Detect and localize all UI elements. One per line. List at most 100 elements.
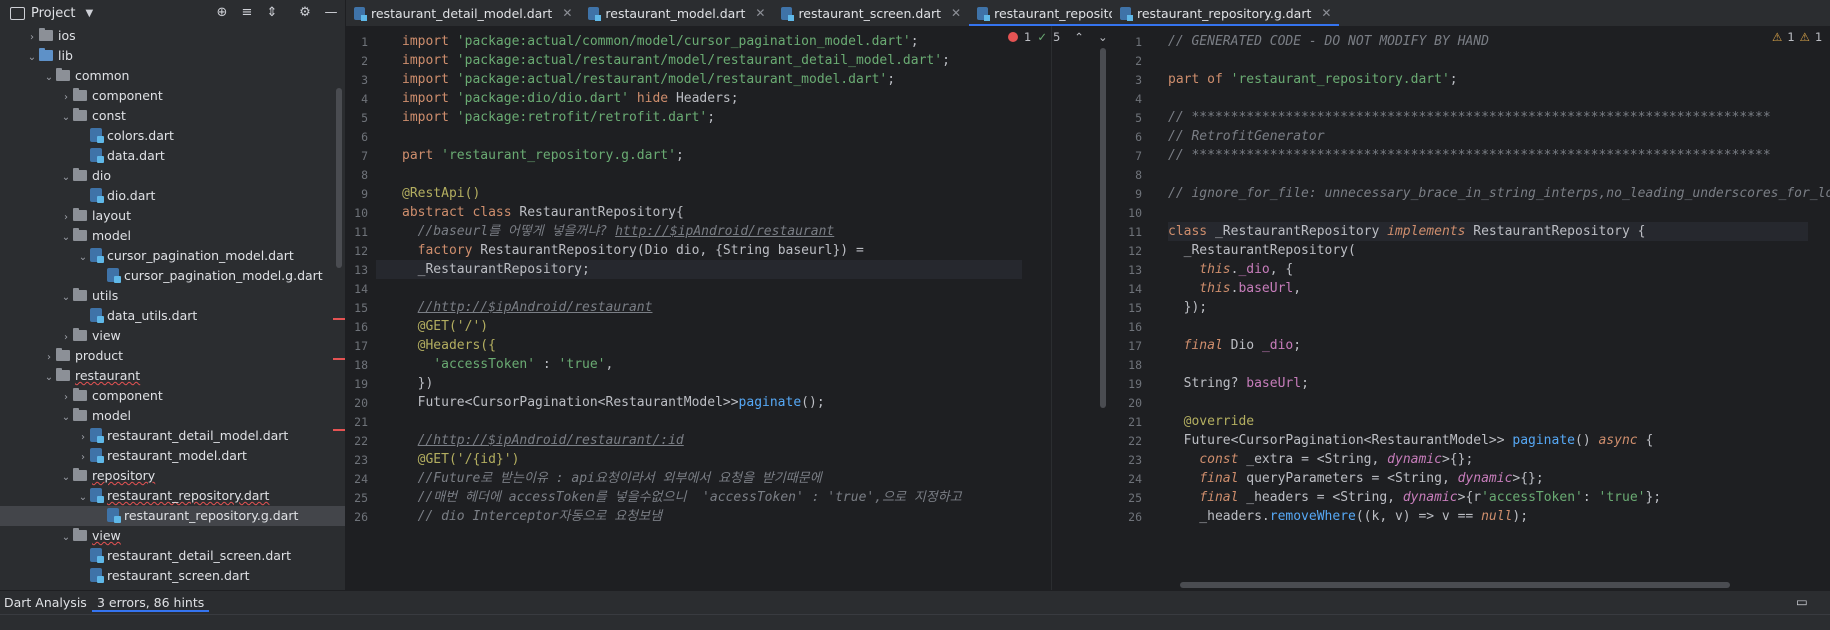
editor-tab[interactable]: restaurant_detail_model.dart ✕ [346, 0, 580, 26]
tree-item[interactable]: restaurant_detail_screen.dart [0, 546, 345, 566]
scrollbar[interactable] [1100, 48, 1106, 408]
gear-icon[interactable]: ⚙ [296, 4, 314, 22]
chevron-down-icon[interactable]: ⌄ [1098, 30, 1108, 44]
code-line[interactable]: const _extra = <String, dynamic>{}; [1168, 450, 1473, 469]
code-line[interactable]: // RetrofitGenerator [1168, 127, 1325, 146]
expand-all-icon[interactable]: ≡ [238, 4, 256, 22]
tree-item[interactable]: › component [0, 86, 345, 106]
tree-item[interactable]: ⌄ restaurant [0, 366, 345, 386]
code-line[interactable]: 'accessToken' : 'true', [402, 355, 613, 374]
tree-item[interactable]: restaurant_repository.g.dart [0, 506, 345, 526]
code-line[interactable]: Future<CursorPagination<RestaurantModel>… [1168, 431, 1654, 450]
chevron-down-icon[interactable]: ▼ [85, 8, 93, 19]
chevron-right-icon[interactable]: › [59, 388, 73, 408]
code-line[interactable]: // *************************************… [1168, 108, 1771, 127]
chevron-right-icon[interactable]: › [76, 448, 90, 468]
chevron-right-icon[interactable]: › [59, 328, 73, 348]
code-line[interactable]: part of 'restaurant_repository.dart'; [1168, 70, 1458, 89]
tree-item[interactable]: data.dart [0, 146, 345, 166]
code-line[interactable]: @override [1168, 412, 1254, 431]
tree-item[interactable]: ⌄ cursor_pagination_model.dart [0, 246, 345, 266]
tree-item[interactable]: › view [0, 326, 345, 346]
tree-item[interactable]: › restaurant_model.dart [0, 446, 345, 466]
close-icon[interactable]: ✕ [755, 6, 765, 20]
chevron-right-icon[interactable]: › [59, 208, 73, 228]
close-icon[interactable]: ✕ [951, 6, 961, 20]
chevron-down-icon[interactable]: ⌄ [59, 528, 73, 548]
code-line[interactable]: this.baseUrl, [1168, 279, 1301, 298]
tree-item[interactable]: › product [0, 346, 345, 366]
tree-item[interactable]: restaurant_screen.dart [0, 566, 345, 586]
code-line[interactable]: _headers.removeWhere((k, v) => v == null… [1168, 507, 1528, 526]
tree-item[interactable]: ⌄ repository [0, 466, 345, 486]
chevron-down-icon[interactable]: ⌄ [59, 468, 73, 488]
code-line[interactable]: this._dio, { [1168, 260, 1293, 279]
tree-item[interactable]: › ios [0, 26, 345, 46]
code-line[interactable]: factory RestaurantRepository(Dio dio, {S… [402, 241, 864, 260]
tree-item[interactable]: dio.dart [0, 186, 345, 206]
chat-icon[interactable]: ▭ [1796, 594, 1808, 609]
tree-item[interactable]: colors.dart [0, 126, 345, 146]
chevron-right-icon[interactable]: › [76, 428, 90, 448]
project-title[interactable]: Project [31, 6, 75, 21]
chevron-down-icon[interactable]: ⌄ [59, 108, 73, 128]
inspection-widget[interactable]: 1 ✓ 5 ⌃ ⌄ [1008, 30, 1108, 44]
code-line[interactable]: final Dio _dio; [1168, 336, 1301, 355]
chevron-right-icon[interactable]: › [59, 88, 73, 108]
editor-tab[interactable]: restaurant_screen.dart ✕ [773, 0, 969, 26]
code-line[interactable]: import 'package:actual/restaurant/model/… [402, 51, 950, 70]
code-line[interactable]: _RestaurantRepository( [1168, 241, 1356, 260]
minimize-icon[interactable]: — [322, 4, 340, 22]
code-line[interactable]: import 'package:retrofit/retrofit.dart'; [402, 108, 715, 127]
code-line[interactable]: import 'package:actual/common/model/curs… [402, 32, 919, 51]
code-line[interactable]: //매번 헤더에 accessToken를 넣을수없으니 'accessToke… [402, 488, 962, 507]
close-icon[interactable]: ✕ [1321, 6, 1331, 20]
tree-item[interactable]: ⌄ utils [0, 286, 345, 306]
chevron-right-icon[interactable]: › [25, 28, 39, 48]
scrollbar[interactable] [336, 88, 342, 268]
code-line[interactable]: import 'package:actual/restaurant/model/… [402, 70, 895, 89]
code-line[interactable]: Future<CursorPagination<RestaurantModel>… [402, 393, 825, 412]
chevron-down-icon[interactable]: ⌄ [42, 68, 56, 88]
chevron-down-icon[interactable]: ⌄ [25, 48, 39, 68]
dart-analysis-tab[interactable]: Dart Analysis [4, 595, 87, 610]
tree-item[interactable]: data_utils.dart [0, 306, 345, 326]
code-line[interactable]: class _RestaurantRepository implements R… [1168, 222, 1808, 241]
tree-item[interactable]: › restaurant_detail_model.dart [0, 426, 345, 446]
code-line[interactable]: // ignore_for_file: unnecessary_brace_in… [1168, 184, 1830, 203]
tree-item[interactable]: ⌄ const [0, 106, 345, 126]
code-line[interactable]: //baseurl를 어떻게 넣을꺼냐? http://$ipAndroid/r… [402, 222, 835, 241]
editor-tab[interactable]: restaurant_repository.g.dart ✕ [1112, 0, 1340, 26]
code-line[interactable]: final queryParameters = <String, dynamic… [1168, 469, 1543, 488]
tree-item[interactable]: ⌄ dio [0, 166, 345, 186]
code-line[interactable]: import 'package:dio/dio.dart' hide Heade… [402, 89, 739, 108]
editor-restaurant-repository-g[interactable]: ⚠ 1 ⚠ 1 1 // GENERATED CODE - DO NOT MODI… [1112, 26, 1830, 590]
code-line[interactable]: @GET('/{id}') [402, 450, 520, 469]
tree-item[interactable]: ⌄ common [0, 66, 345, 86]
code-line[interactable]: }); [1168, 298, 1208, 317]
code-line[interactable]: @GET('/') [402, 317, 488, 336]
code-line[interactable]: // *************************************… [1168, 146, 1771, 165]
tree-item[interactable]: ⌄ restaurant_repository.dart [0, 486, 345, 506]
chevron-down-icon[interactable]: ⌄ [76, 248, 90, 268]
chevron-down-icon[interactable]: ⌄ [59, 228, 73, 248]
tree-item[interactable]: › component [0, 386, 345, 406]
code-line[interactable]: final _headers = <String, dynamic>{r'acc… [1168, 488, 1661, 507]
tree-item[interactable]: ⌄ model [0, 226, 345, 246]
editor-tab[interactable]: restaurant_model.dart ✕ [580, 0, 773, 26]
analysis-summary-tab[interactable]: 3 errors, 86 hints [92, 595, 210, 612]
code-line[interactable]: part 'restaurant_repository.g.dart'; [402, 146, 684, 165]
chevron-up-icon[interactable]: ⌃ [1074, 30, 1084, 44]
code-line[interactable]: @Headers({ [402, 336, 496, 355]
tree-item[interactable]: cursor_pagination_model.g.dart [0, 266, 345, 286]
code-line[interactable]: @RestApi() [402, 184, 480, 203]
code-line[interactable]: }) [402, 374, 434, 393]
code-line[interactable]: _RestaurantRepository; [376, 260, 1022, 279]
chevron-down-icon[interactable]: ⌄ [59, 288, 73, 308]
editor-restaurant-repository[interactable]: 1 ✓ 5 ⌃ ⌄ 1 import 'package:actual/common… [346, 26, 1109, 590]
chevron-down-icon[interactable]: ⌄ [59, 408, 73, 428]
tree-item[interactable]: ⌄ model [0, 406, 345, 426]
chevron-down-icon[interactable]: ⌄ [76, 488, 90, 508]
tree-item[interactable]: ⌄ view [0, 526, 345, 546]
inspection-widget[interactable]: ⚠ 1 ⚠ 1 [1772, 30, 1822, 44]
